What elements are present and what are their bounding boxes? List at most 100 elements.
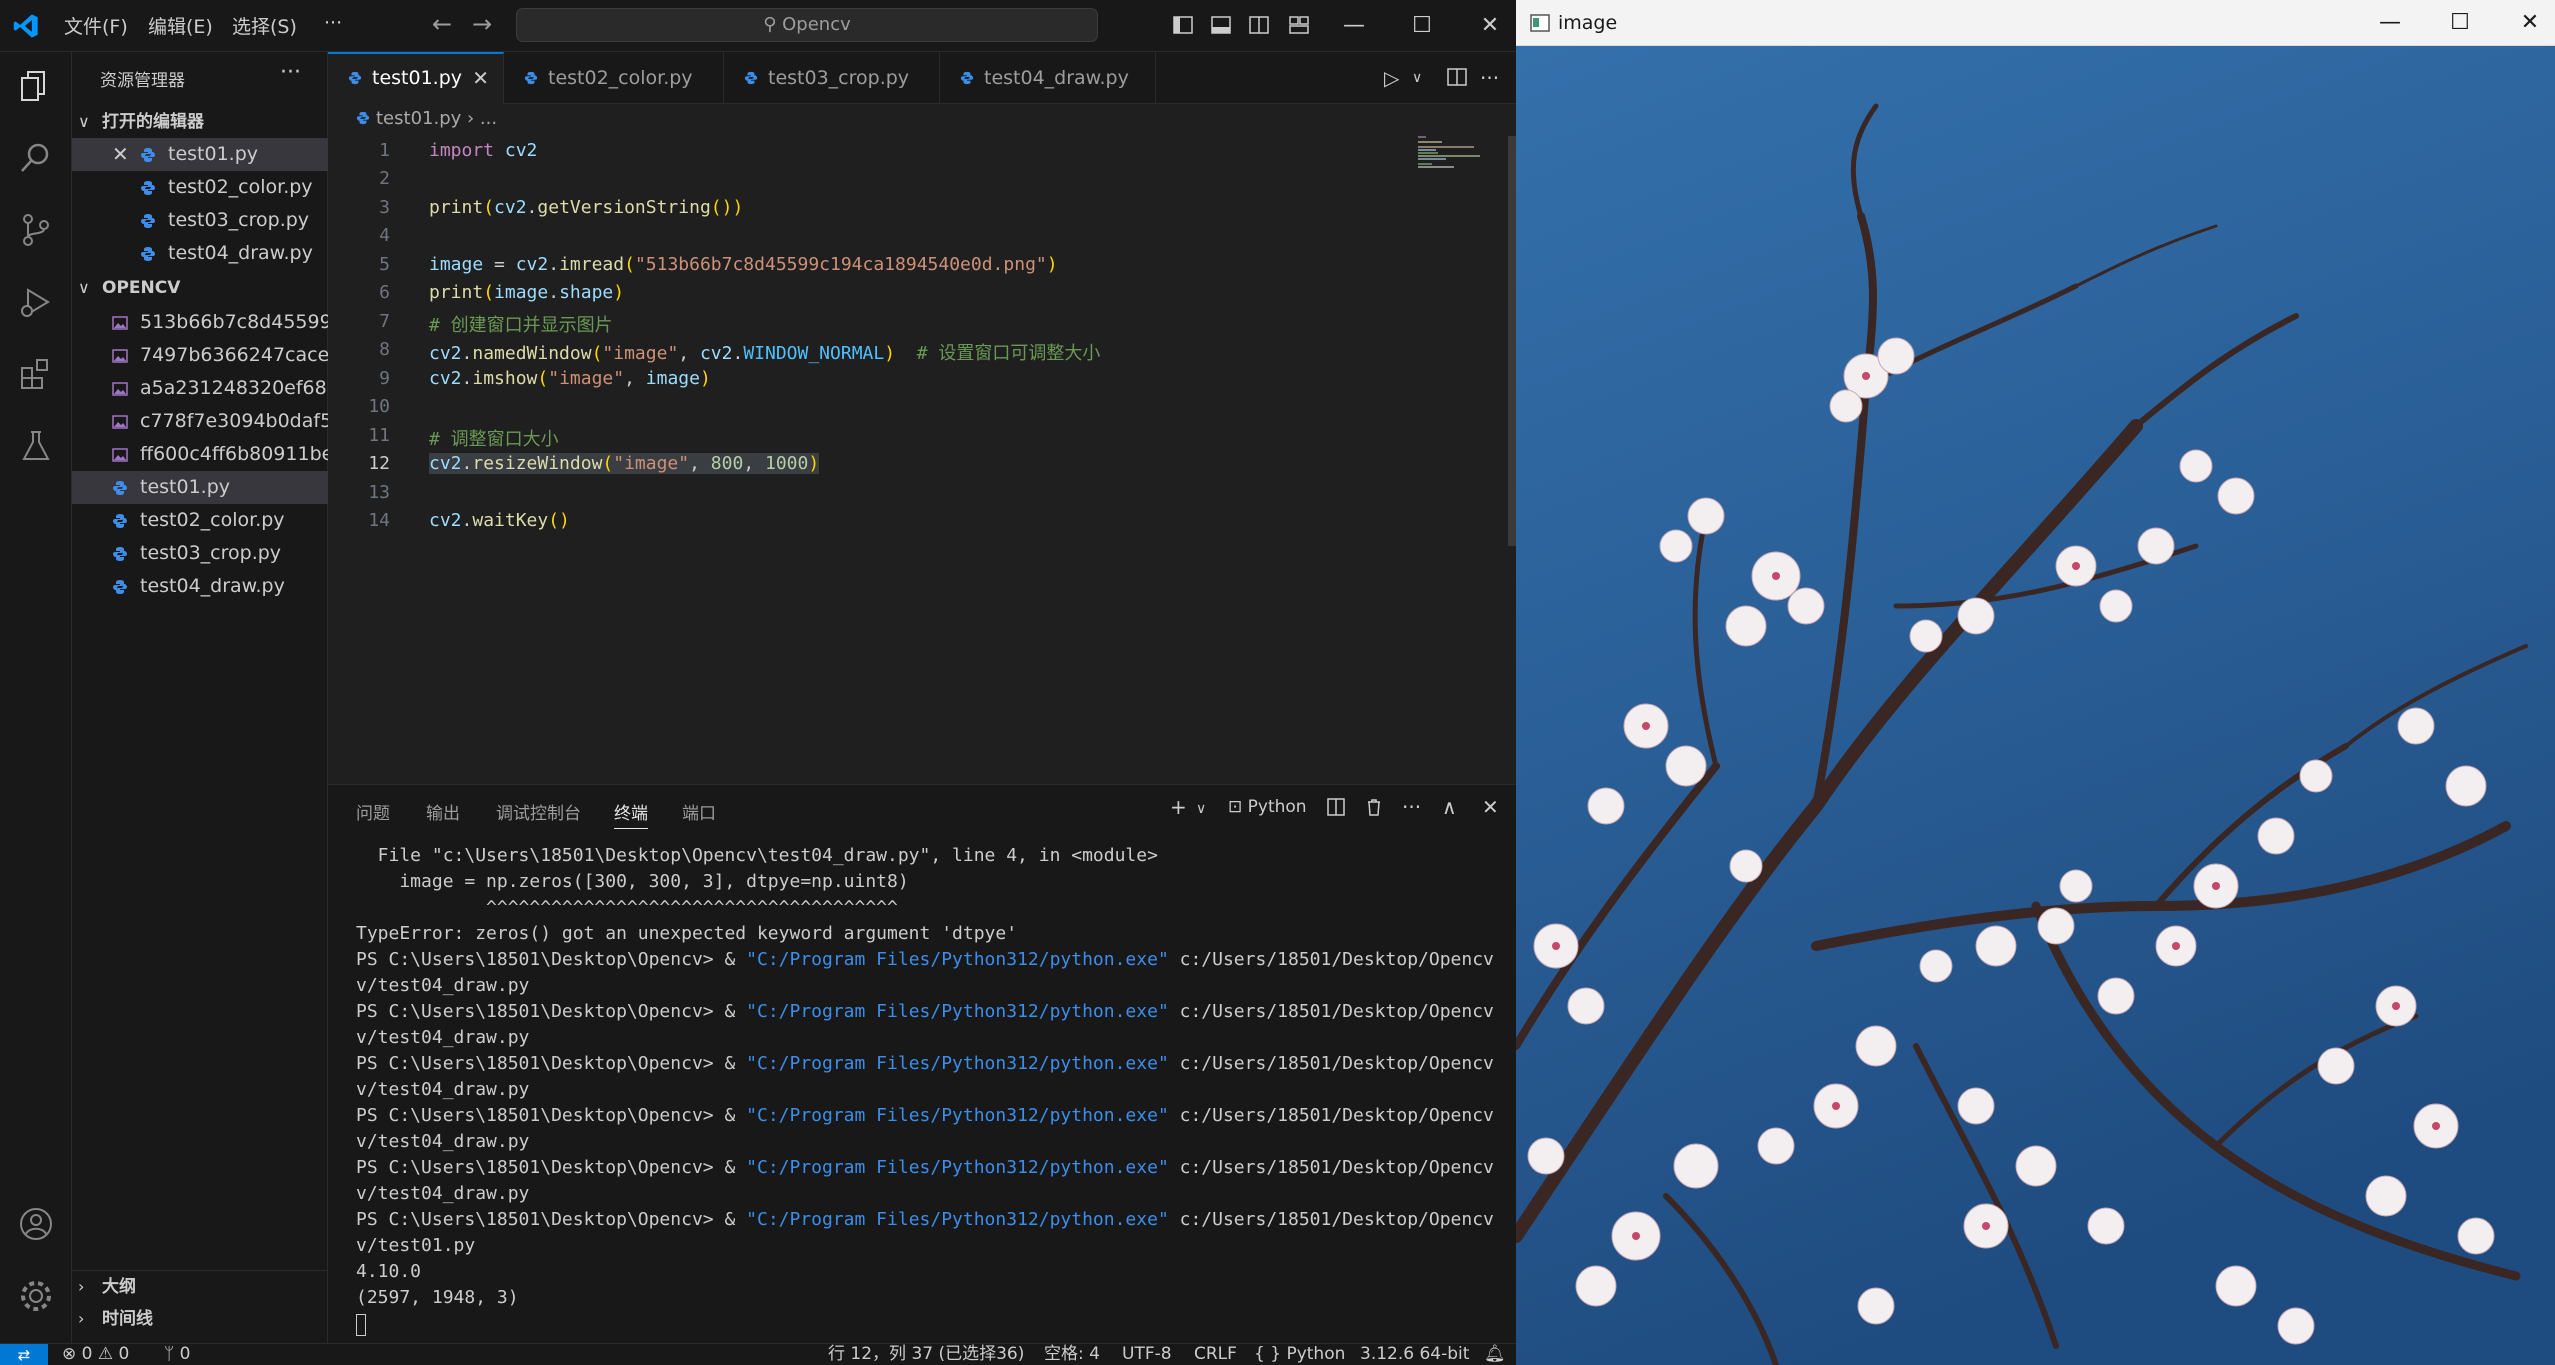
- tab-terminal[interactable]: 终端: [614, 799, 648, 829]
- panel-more-icon[interactable]: ···: [1402, 795, 1421, 819]
- terminal-command-line: PS C:\Users\18501\Desktop\Opencv> & "C:/…: [356, 1209, 1494, 1230]
- explorer-sidebar: 资源管理器 ··· ∨ 打开的编辑器 ✕ test01.py test02_co…: [72, 52, 328, 1343]
- folder-file-item[interactable]: test01.py: [72, 471, 328, 504]
- customize-layout-icon[interactable]: [1288, 14, 1310, 36]
- timeline-header[interactable]: › 时间线: [72, 1303, 328, 1335]
- line-number: 5: [379, 254, 390, 275]
- encoding[interactable]: UTF-8: [1122, 1344, 1172, 1365]
- close-icon[interactable]: ✕: [1468, 8, 1512, 44]
- run-file-icon[interactable]: ▷: [1384, 66, 1399, 90]
- command-center-search[interactable]: ⚲ Opencv: [516, 8, 1098, 42]
- code-line: cv2.namedWindow("image", cv2.WINDOW_NORM…: [429, 343, 1101, 364]
- extensions-icon[interactable]: [16, 354, 56, 394]
- forward-arrow-icon[interactable]: →: [472, 10, 492, 38]
- folder-header[interactable]: ∨ OPENCV: [72, 272, 328, 304]
- toggle-panel-icon[interactable]: [1210, 14, 1232, 36]
- open-editor-item[interactable]: test04_draw.py: [72, 237, 328, 270]
- run-dropdown-icon[interactable]: ∨: [1412, 70, 1422, 86]
- explorer-more-button[interactable]: ···: [280, 60, 301, 85]
- open-editor-item[interactable]: test02_color.py: [72, 171, 328, 204]
- menu-edit[interactable]: 编辑(E): [148, 12, 213, 39]
- search-view-icon[interactable]: [16, 138, 56, 178]
- account-icon[interactable]: [16, 1204, 56, 1244]
- split-editor-icon[interactable]: [1446, 66, 1468, 88]
- warning-icon: ⚠: [97, 1344, 114, 1364]
- tab-test02[interactable]: test02_color.py: [504, 52, 724, 104]
- maximize-panel-icon[interactable]: ∧: [1442, 795, 1457, 819]
- tab-output[interactable]: 输出: [426, 799, 460, 824]
- remote-indicator-icon[interactable]: ⇄: [0, 1344, 48, 1365]
- maximize-icon[interactable]: ☐: [2430, 6, 2490, 40]
- language-mode[interactable]: { } Python: [1254, 1344, 1345, 1365]
- editor-tabs: test01.py ✕ test02_color.py test03_crop.…: [328, 52, 1516, 104]
- outline-header[interactable]: › 大纲: [72, 1270, 328, 1302]
- python-file-icon: [744, 71, 758, 85]
- maximize-icon[interactable]: ☐: [1400, 8, 1444, 44]
- testing-flask-icon[interactable]: [16, 426, 56, 466]
- ports-status[interactable]: ᛘ 0: [164, 1344, 190, 1365]
- folder-file-item[interactable]: test02_color.py: [72, 504, 328, 537]
- image-window-titlebar: image — ☐ ✕: [1516, 0, 2555, 46]
- close-panel-icon[interactable]: ✕: [1482, 795, 1499, 819]
- folder-file-item[interactable]: a5a231248320ef680e...: [72, 372, 328, 405]
- line-number: 10: [368, 396, 390, 417]
- cursor-position[interactable]: 行 12，列 37 (已选择36): [828, 1344, 1024, 1365]
- editor-scrollbar[interactable]: [1508, 136, 1516, 546]
- line-number: 11: [368, 425, 390, 446]
- open-editor-item[interactable]: ✕ test01.py: [72, 138, 328, 171]
- line-number: 6: [379, 282, 390, 303]
- open-editors-header[interactable]: ∨ 打开的编辑器: [72, 106, 328, 138]
- run-debug-icon[interactable]: [16, 282, 56, 322]
- image-window-title: image: [1558, 12, 1618, 34]
- breadcrumb[interactable]: test01.py › ...: [356, 108, 497, 129]
- indentation[interactable]: 空格: 4: [1044, 1344, 1100, 1365]
- source-control-icon[interactable]: [16, 210, 56, 250]
- minimize-icon[interactable]: —: [1332, 8, 1376, 44]
- split-terminal-icon[interactable]: [1326, 797, 1346, 817]
- tab-ports[interactable]: 端口: [682, 799, 716, 824]
- open-editor-item[interactable]: test03_crop.py: [72, 204, 328, 237]
- tab-test04[interactable]: test04_draw.py: [940, 52, 1156, 104]
- settings-gear-icon[interactable]: [16, 1276, 56, 1316]
- toggle-primary-sidebar-icon[interactable]: [1172, 14, 1194, 36]
- close-editor-icon[interactable]: ✕: [112, 138, 129, 171]
- new-terminal-icon[interactable]: +: [1170, 795, 1187, 819]
- minimap[interactable]: [1418, 136, 1484, 170]
- terminal-cursor: [356, 1314, 366, 1336]
- folder-file-item[interactable]: 7497b6366247cace63...: [72, 339, 328, 372]
- tab-test03[interactable]: test03_crop.py: [724, 52, 940, 104]
- line-number: 7: [379, 311, 390, 332]
- tab-problems[interactable]: 问题: [356, 799, 390, 824]
- folder-file-item[interactable]: test03_crop.py: [72, 537, 328, 570]
- minimize-icon[interactable]: —: [2360, 6, 2420, 40]
- image-file-icon: [112, 448, 128, 462]
- tab-debug-console[interactable]: 调试控制台: [496, 799, 581, 824]
- code-editor[interactable]: 1 2 3 4 5 6 7 8 9 10 11 12 13 14 import cv2 print(cv2…: [328, 132, 1516, 772]
- menu-more[interactable]: ···: [324, 12, 342, 34]
- editor-more-icon[interactable]: ···: [1480, 66, 1499, 90]
- problems-status[interactable]: ⊗ 0 ⚠ 0: [62, 1344, 129, 1365]
- python-interpreter[interactable]: 3.12.6 64-bit: [1360, 1344, 1469, 1365]
- terminal-command-line: PS C:\Users\18501\Desktop\Opencv> & "C:/…: [356, 1157, 1494, 1178]
- back-arrow-icon[interactable]: ←: [432, 10, 452, 38]
- notifications-bell-icon[interactable]: 🔔︎: [1484, 1344, 1506, 1365]
- folder-file-item[interactable]: 513b66b7c8d45599c...: [72, 306, 328, 339]
- menu-file[interactable]: 文件(F): [64, 12, 128, 39]
- terminal-dropdown-icon[interactable]: ∨: [1196, 801, 1206, 817]
- trash-icon[interactable]: [1364, 797, 1384, 817]
- line-number: 12: [368, 453, 390, 474]
- tab-test01[interactable]: test01.py ✕: [328, 52, 504, 104]
- explorer-icon[interactable]: [16, 66, 56, 106]
- menu-selection[interactable]: 选择(S): [232, 12, 297, 39]
- vscode-logo-icon: [13, 14, 38, 38]
- terminal-profile[interactable]: ⊡ Python: [1228, 797, 1307, 817]
- close-icon[interactable]: ✕: [2500, 6, 2555, 40]
- folder-file-item[interactable]: c778f7e3094b0daf53...: [72, 405, 328, 438]
- line-ending[interactable]: CRLF: [1194, 1344, 1237, 1365]
- terminal-line: v/test04_draw.py: [356, 1079, 530, 1100]
- search-icon: ⚲: [763, 14, 777, 35]
- close-tab-icon[interactable]: ✕: [472, 54, 489, 102]
- toggle-secondary-sidebar-icon[interactable]: [1248, 14, 1270, 36]
- folder-file-item[interactable]: test04_draw.py: [72, 570, 328, 603]
- folder-file-item[interactable]: ff600c4ff6b80911be8...: [72, 438, 328, 471]
